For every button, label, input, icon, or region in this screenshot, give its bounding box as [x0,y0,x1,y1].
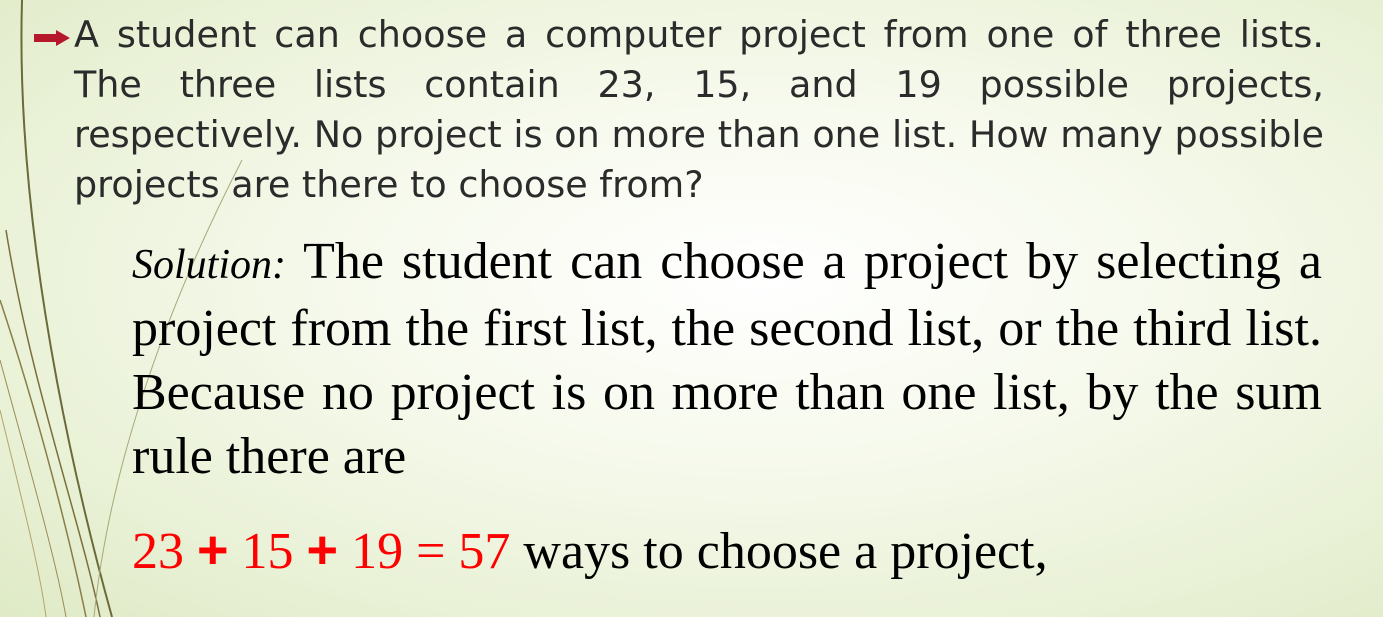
equation-term-2: 15 [241,523,294,580]
equation-result: 19 = 57 [351,523,511,580]
arrow-bullet-icon [34,30,70,46]
plus-sign-2: + [306,520,339,580]
equation-suffix: ways to choose a project, [523,523,1048,580]
problem-statement: A student can choose a computer project … [74,13,1324,206]
equation-term-1: 23 [132,523,184,580]
sum-equation: 23 + 15 + 19 = 57 ways to choose a proje… [132,518,1332,584]
plus-sign-1: + [197,520,229,580]
solution-label: Solution: [132,242,286,288]
solution-paragraph: Solution: The student can choose a proje… [132,230,1322,489]
solution-text: The student can choose a project by sele… [132,233,1322,485]
